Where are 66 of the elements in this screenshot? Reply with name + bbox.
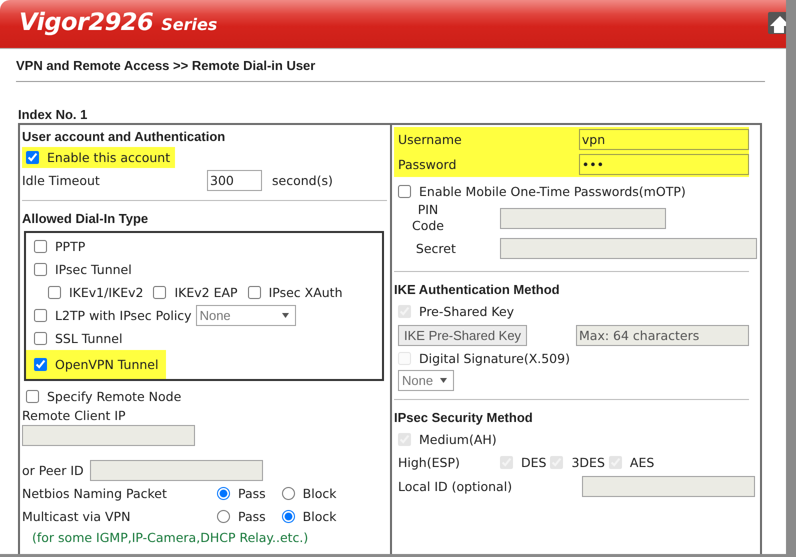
radio-label: Block: [302, 509, 336, 524]
checkbox-label: IKEv1/IKEv2: [69, 285, 144, 300]
checkbox-label: IKEv2 EAP: [174, 285, 238, 300]
checkbox-label: SSL Tunnel: [55, 331, 122, 346]
radio-button[interactable]: [282, 510, 295, 523]
checkbox-label: PPTP: [55, 239, 86, 254]
radio-button[interactable]: [217, 487, 230, 500]
section-title: Allowed Dial-In Type: [22, 210, 150, 228]
field-label: Username: [398, 132, 463, 147]
checkbox-label: Enable this account: [47, 150, 170, 165]
checkbox-label: IPsec Tunnel: [55, 262, 132, 277]
username-field[interactable]: vpn: [578, 129, 749, 150]
checkbox-label: Specify Remote Node: [47, 388, 182, 404]
checkbox[interactable]: [34, 358, 47, 371]
radio-label: Block: [302, 486, 336, 501]
checkbox-label: Pre-Shared Key: [419, 304, 514, 319]
brand-name: Vigor2926: [19, 8, 154, 36]
checkbox[interactable]: [34, 263, 47, 276]
dropdown[interactable]: None: [398, 370, 454, 391]
hint-text: (for some IGMP,IP-Camera,DHCP Relay..etc.): [31, 529, 310, 547]
checkbox-label: L2TP with IPsec Policy: [55, 308, 192, 323]
section-title: IKE Authentication Method: [394, 281, 561, 299]
field-label: Password: [398, 157, 458, 172]
checkbox-label: AES: [630, 455, 654, 470]
dropdown[interactable]: None: [196, 305, 296, 326]
radio-button[interactable]: [282, 487, 295, 500]
radio-label: Pass: [238, 486, 266, 501]
section-title: User account and Authentication: [22, 128, 226, 146]
field-label: Local ID (optional): [398, 478, 514, 494]
home-icon[interactable]: [768, 12, 786, 34]
checkbox[interactable]: [34, 309, 47, 322]
field-label: High(ESP): [398, 455, 461, 470]
field-label: Secret: [414, 240, 457, 256]
key-button[interactable]: IKE Pre-Shared Key: [398, 324, 528, 346]
checkbox-label: Digital Signature(X.509): [419, 351, 570, 366]
checkbox-label: 3DES: [571, 455, 605, 470]
timeout-field[interactable]: 300: [207, 170, 262, 190]
checkbox[interactable]: [398, 184, 411, 198]
brand-series: Series: [161, 15, 218, 34]
checkbox-label: Medium(AH): [419, 432, 497, 447]
checkbox[interactable]: [153, 286, 166, 299]
field-label: Idle Timeout: [22, 172, 101, 188]
section-label: Index No. 1: [18, 107, 88, 123]
checkbox[interactable]: [48, 286, 61, 299]
checkbox[interactable]: [26, 390, 39, 402]
field-label: PIN Code: [410, 202, 445, 234]
field-label: Multicast via VPN: [22, 509, 132, 524]
checkbox-label: IPsec XAuth: [268, 285, 342, 300]
checkbox[interactable]: [34, 240, 47, 253]
caret-icon: [282, 313, 289, 318]
caret-icon: [440, 378, 447, 383]
checkbox-label: DES: [521, 455, 546, 470]
checkbox-label: Enable Mobile One-Time Passwords(mOTP): [419, 184, 686, 198]
unit-label: second(s): [272, 172, 333, 188]
password-field[interactable]: •••: [578, 154, 749, 175]
radio-button[interactable]: [217, 510, 230, 523]
checkbox-label: OpenVPN Tunnel: [55, 357, 158, 372]
section-title: IPsec Security Method: [394, 409, 534, 427]
field-label: or Peer ID: [22, 462, 84, 478]
checkbox[interactable]: [248, 286, 261, 299]
breadcrumb: VPN and Remote Access >> Remote Dial-in User: [16, 57, 316, 75]
radio-label: Pass: [238, 509, 266, 524]
field-label: Netbios Naming Packet: [22, 486, 168, 501]
checkbox[interactable]: [26, 151, 39, 164]
checkbox[interactable]: [34, 332, 47, 345]
field-label: Remote Client IP: [22, 407, 127, 425]
